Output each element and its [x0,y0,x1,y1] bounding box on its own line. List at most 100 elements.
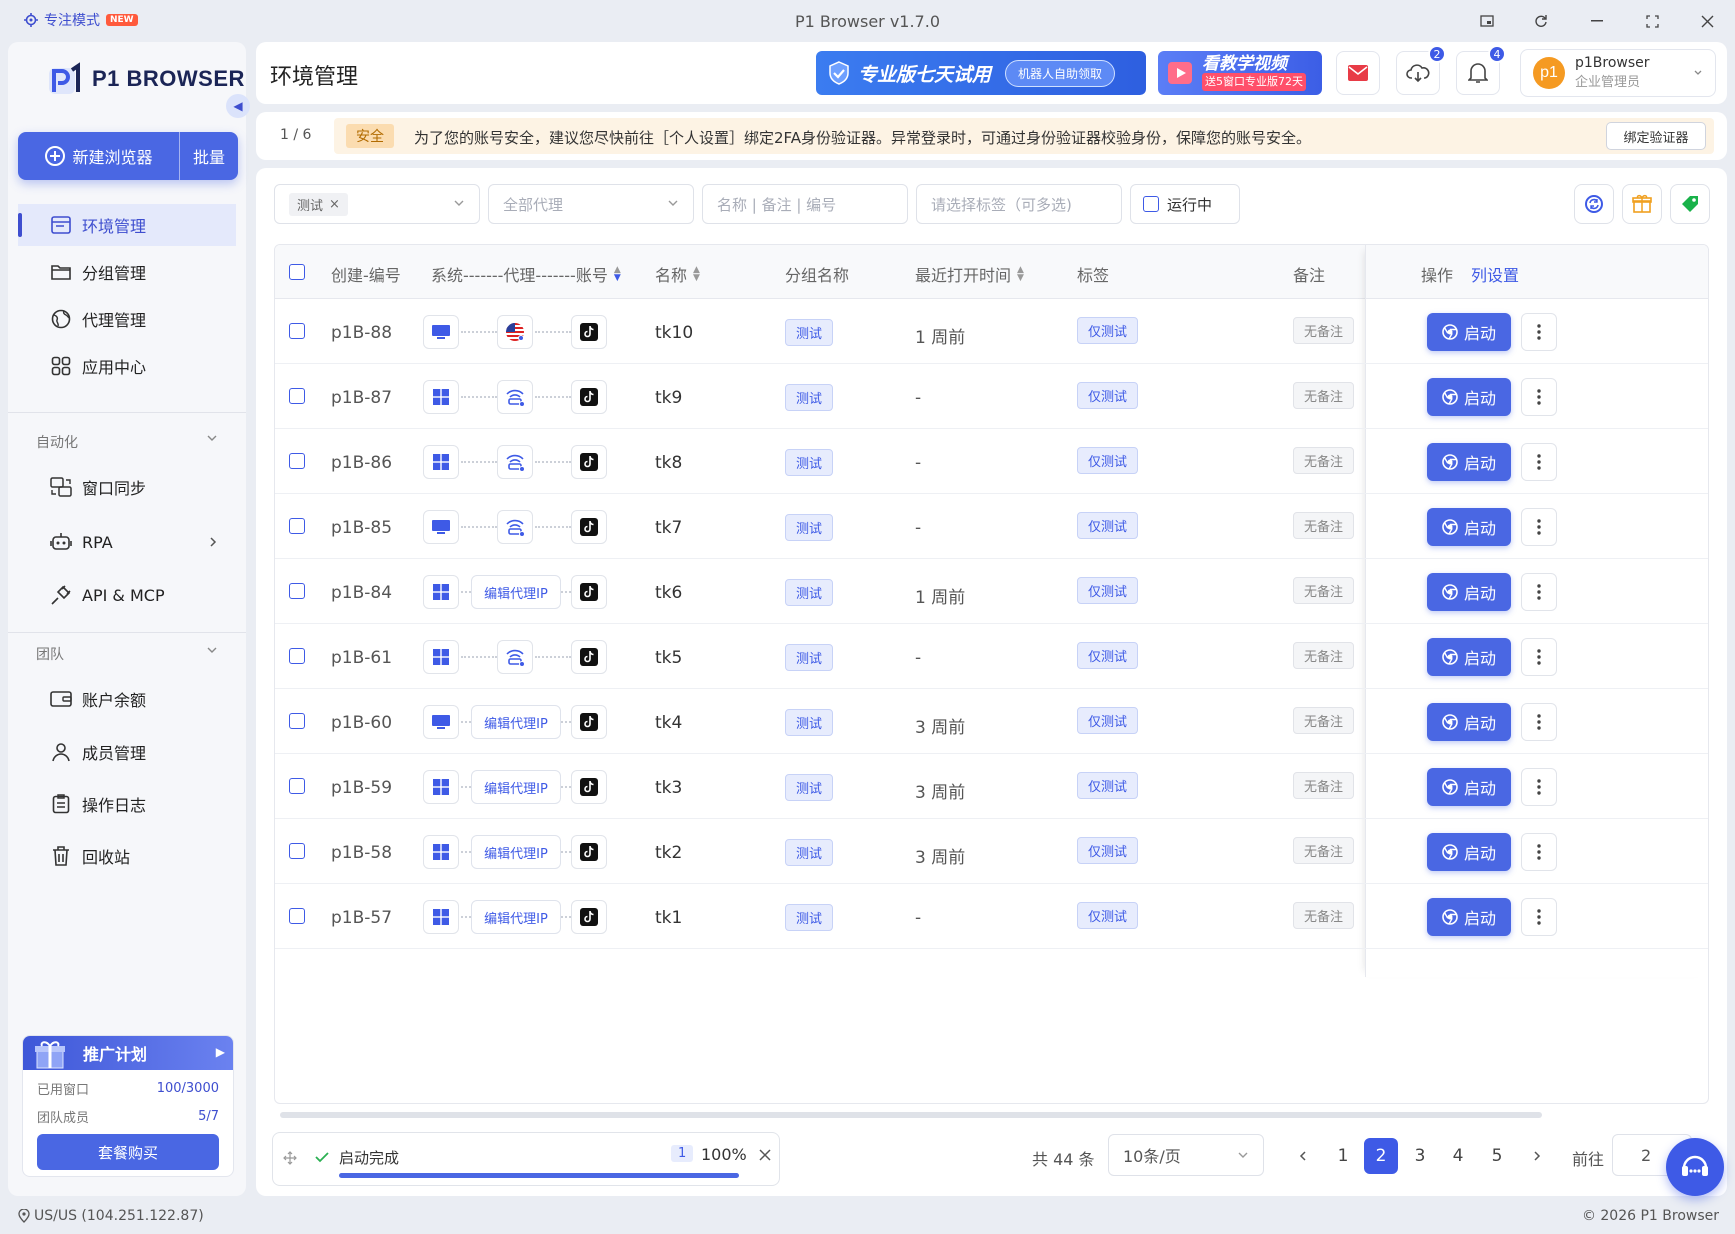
sidebar-item-apps[interactable]: 应用中心 [18,345,236,387]
group-select[interactable]: 测试 × [274,184,480,224]
remove-tag-icon[interactable]: × [329,197,340,212]
start-button[interactable]: 启动 [1427,443,1511,481]
pip-icon[interactable] [1472,8,1502,34]
collapse-sidebar-button[interactable]: ◀ [226,94,250,118]
tiktok-icon[interactable] [571,835,607,869]
network-proxy-icon[interactable] [497,510,533,544]
tiktok-icon[interactable] [571,380,607,414]
sidebar-item-groups[interactable]: 分组管理 [18,251,236,293]
more-options-button[interactable] [1521,378,1557,416]
user-menu[interactable]: p1 p1Browser 企业管理员 [1520,49,1716,97]
table-row[interactable]: p1B-85 tk7 测试 - 仅测试 无备注 启动 [275,494,1708,559]
sidebar-item-env[interactable]: 环境管理 [18,204,236,246]
promo-plan-banner[interactable]: 推广计划 ▶ [23,1036,233,1070]
horizontal-scrollbar[interactable] [280,1112,1542,1118]
row-checkbox[interactable] [289,518,305,534]
col-header-name[interactable]: 名称 ▲ ▼ [655,262,700,286]
table-row[interactable]: p1B-60 编辑代理IP tk4 测试 3 周前 仅测试 无备注 启动 [275,689,1708,754]
start-button[interactable]: 启动 [1427,638,1511,676]
row-checkbox[interactable] [289,323,305,339]
col-header-time[interactable]: 最近打开时间 ▲ ▼ [915,262,1024,286]
page-2[interactable]: 2 [1364,1138,1398,1174]
more-options-button[interactable] [1521,638,1557,676]
edit-proxy-ip-button[interactable]: 编辑代理IP [471,835,561,869]
drag-handle-icon[interactable] [283,1151,297,1165]
row-checkbox[interactable] [289,388,305,404]
sidebar-item-trash[interactable]: 回收站 [18,835,236,877]
network-proxy-icon[interactable] [497,640,533,674]
network-proxy-icon[interactable] [497,445,533,479]
page-1[interactable]: 1 [1326,1138,1360,1174]
start-button[interactable]: 启动 [1427,313,1511,351]
col-header-sys[interactable]: 系统-------代理-------账号 ▲ ▼ [431,262,621,286]
table-row[interactable]: p1B-61 tk5 测试 - 仅测试 无备注 启动 [275,624,1708,689]
sidebar-item-api[interactable]: API & MCP [18,574,236,616]
sidebar-item-window-sync[interactable]: 窗口同步 [18,466,236,508]
customer-support-button[interactable] [1666,1138,1724,1196]
search-input[interactable]: 名称 | 备注 | 编号 [702,184,908,224]
tiktok-icon[interactable] [571,445,607,479]
page-size-select[interactable]: 10条/页 [1108,1134,1264,1176]
notice-pager[interactable]: 1 / 6 [280,127,311,143]
page-5[interactable]: 5 [1480,1138,1514,1174]
section-team[interactable]: 团队 [18,644,236,664]
start-button[interactable]: 启动 [1427,703,1511,741]
row-checkbox[interactable] [289,843,305,859]
start-button[interactable]: 启动 [1427,508,1511,546]
sidebar-item-rpa[interactable]: RPA [18,521,236,563]
row-checkbox[interactable] [289,908,305,924]
cloud-download-button[interactable]: 2 [1396,45,1446,95]
table-row[interactable]: p1B-87 tk9 测试 - 仅测试 无备注 启动 [275,364,1708,429]
start-button[interactable]: 启动 [1427,768,1511,806]
mail-button[interactable] [1336,51,1380,95]
maximize-icon[interactable] [1637,8,1667,34]
tiktok-icon[interactable] [571,770,607,804]
sidebar-item-proxy[interactable]: 代理管理 [18,298,236,340]
minimize-icon[interactable] [1582,8,1612,34]
start-button[interactable]: 启动 [1427,573,1511,611]
tutorial-video-banner[interactable]: 看教学视频 送5窗口专业版72天 [1158,51,1322,95]
new-browser-button[interactable]: 新建浏览器 [18,132,180,180]
batch-button[interactable]: 批量 [180,144,238,168]
notifications-button[interactable]: 4 [1456,45,1506,95]
tiktok-icon[interactable] [571,575,607,609]
table-row[interactable]: p1B-84 编辑代理IP tk6 测试 1 周前 仅测试 无备注 启动 [275,559,1708,624]
tiktok-icon[interactable] [571,705,607,739]
tiktok-icon[interactable] [571,640,607,674]
row-checkbox[interactable] [289,583,305,599]
pro-trial-banner[interactable]: 专业版七天试用 机器人自助领取 [816,51,1146,95]
network-proxy-icon[interactable] [497,380,533,414]
more-options-button[interactable] [1521,768,1557,806]
sidebar-item-logs[interactable]: 操作日志 [18,783,236,825]
close-icon[interactable] [1692,8,1722,34]
more-options-button[interactable] [1521,898,1557,936]
start-button[interactable]: 启动 [1427,378,1511,416]
tag-manage-button[interactable] [1670,184,1710,224]
edit-proxy-ip-button[interactable]: 编辑代理IP [471,705,561,739]
tiktok-icon[interactable] [571,900,607,934]
start-button[interactable]: 启动 [1427,833,1511,871]
page-3[interactable]: 3 [1403,1138,1437,1174]
proxy-select[interactable]: 全部代理 [488,184,694,224]
tiktok-icon[interactable] [571,315,607,349]
table-row[interactable]: p1B-57 编辑代理IP tk1 测试 - 仅测试 无备注 启动 [275,884,1708,949]
bind-authenticator-button[interactable]: 绑定验证器 [1606,122,1706,150]
edit-proxy-ip-button[interactable]: 编辑代理IP [471,770,561,804]
tag-select[interactable]: 请选择标签（可多选) [916,184,1122,224]
close-icon[interactable] [759,1149,771,1161]
page-4[interactable]: 4 [1441,1138,1475,1174]
tiktok-icon[interactable] [571,510,607,544]
more-options-button[interactable] [1521,508,1557,546]
running-filter-checkbox[interactable]: 运行中 [1130,184,1240,224]
row-checkbox[interactable] [289,778,305,794]
section-automation[interactable]: 自动化 [18,432,236,452]
more-options-button[interactable] [1521,833,1557,871]
gift-button[interactable] [1622,184,1662,224]
us-flag-icon[interactable] [497,315,533,349]
table-row[interactable]: p1B-59 编辑代理IP tk3 测试 3 周前 仅测试 无备注 启动 [275,754,1708,819]
row-checkbox[interactable] [289,713,305,729]
buy-plan-button[interactable]: 套餐购买 [37,1134,219,1170]
sidebar-item-members[interactable]: 成员管理 [18,731,236,773]
row-checkbox[interactable] [289,648,305,664]
table-row[interactable]: p1B-86 tk8 测试 - 仅测试 无备注 启动 [275,429,1708,494]
